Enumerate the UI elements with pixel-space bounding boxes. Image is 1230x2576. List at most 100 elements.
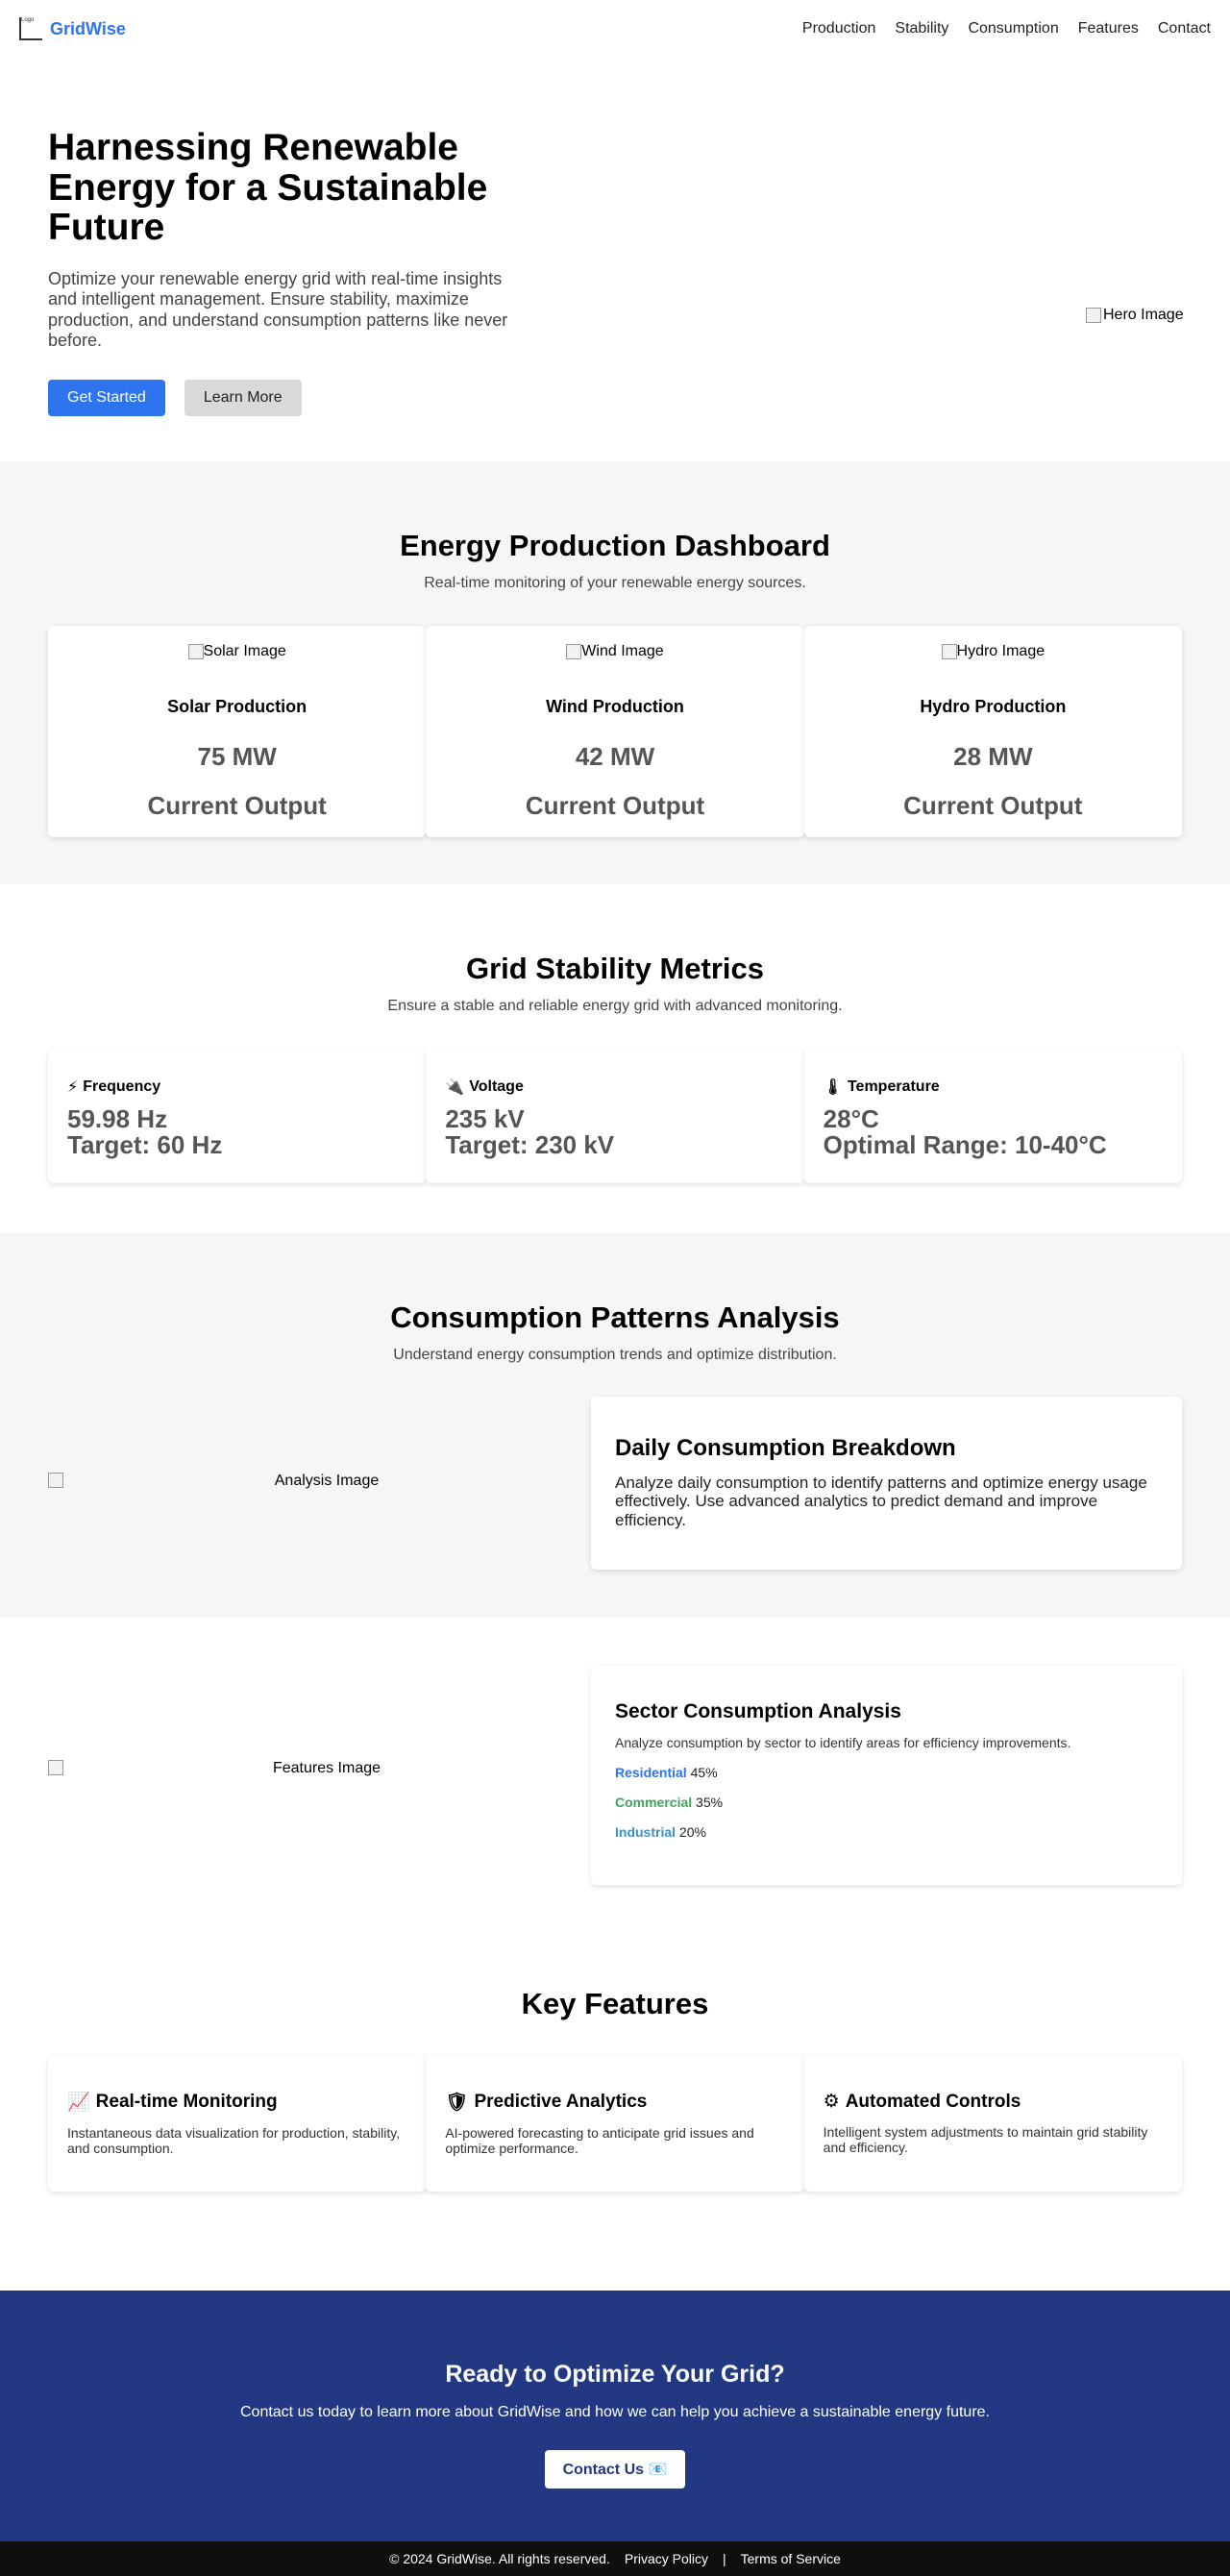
- hydro-image-alt: Hydro Image: [956, 643, 1046, 659]
- stability-card-name: Temperature: [847, 1078, 940, 1095]
- contact-us-label: Contact Us: [562, 2462, 645, 2478]
- broken-image-icon: [941, 644, 957, 659]
- production-cards: Solar Image Solar Production 75 MW Curre…: [48, 626, 1182, 837]
- stability-card-value: 59.98 Hz Target: 60 Hz: [67, 1105, 406, 1160]
- production-subtitle: Real-time monitoring of your renewable e…: [424, 575, 806, 591]
- sector-value: 20%: [678, 1824, 706, 1840]
- chart-up-icon: 📈: [67, 2093, 90, 2113]
- stability-card-header: 🔌 Voltage: [445, 1077, 784, 1097]
- plug-icon: 🔌: [445, 1079, 465, 1096]
- metric-value: 28°C: [823, 1104, 879, 1133]
- learn-more-button[interactable]: Learn More: [184, 380, 302, 417]
- hero-image-alt: Hero Image: [1103, 307, 1184, 323]
- production-card-value: 75 MW: [197, 742, 277, 771]
- feature-card-monitoring: 📈 Real-time Monitoring Instantaneous data…: [48, 2055, 427, 2192]
- production-card-hydro: Hydro Image Hydro Production 28 MW Curre…: [803, 626, 1182, 837]
- analysis-image: Analysis Image: [48, 1473, 605, 1490]
- contact-us-button[interactable]: Contact Us 📧: [544, 2450, 686, 2489]
- stability-title: Grid Stability Metrics: [465, 952, 765, 985]
- daily-consumption-text: Analyze daily consumption to identify pa…: [615, 1474, 1147, 1529]
- feature-card-text: AI-powered forecasting to anticipate gri…: [445, 2125, 754, 2157]
- features-image-alt: Features Image: [272, 1760, 381, 1776]
- features-title: Key Features: [521, 1987, 709, 2020]
- sector-text: Analyze consumption by sector to identif…: [615, 1735, 1071, 1750]
- sector-name: Residential: [615, 1765, 687, 1780]
- wind-image-alt: Wind Image: [581, 643, 664, 659]
- sector-row-residential: Residential 45%: [615, 1765, 1158, 1780]
- cta-section: Ready to Optimize Your Grid? Contact us …: [0, 2291, 1230, 2541]
- daily-consumption-title: Daily Consumption Breakdown: [615, 1435, 956, 1461]
- solar-image: Solar Image: [187, 643, 286, 660]
- production-card-value: 28 MW: [953, 742, 1033, 771]
- copyright-text: © 2024 GridWise. All rights reserved.: [389, 2551, 610, 2566]
- stability-card-value: 235 kV Target: 230 kV: [445, 1105, 784, 1158]
- feature-card-controls: ⚙ Automated Controls Intelligent system a…: [803, 2055, 1182, 2192]
- broken-image-icon: [1086, 308, 1101, 323]
- feature-card-name: Real-time Monitoring: [95, 2092, 278, 2112]
- hero-buttons: Get Started Learn More: [48, 380, 519, 417]
- production-card-name: Wind Production: [546, 697, 684, 716]
- daily-consumption-card: Daily Consumption Breakdown Analyze dail…: [591, 1397, 1182, 1570]
- cta-text: Contact us today to learn more about Gri…: [239, 2404, 990, 2420]
- consumption-section: Consumption Patterns Analysis Understand…: [0, 1233, 1230, 1618]
- main-nav: Production Stability Consumption Feature…: [802, 20, 1211, 37]
- gear-icon: ⚙: [823, 2092, 840, 2112]
- sector-row-industrial: Industrial 20%: [615, 1824, 1158, 1840]
- feature-card-header: 🛡 Predictive Analytics: [445, 2091, 784, 2114]
- nav-link-production[interactable]: Production: [802, 20, 876, 37]
- feature-card-text: Intelligent system adjustments to mainta…: [823, 2124, 1148, 2156]
- brand[interactable]: Logo GridWise: [19, 17, 126, 40]
- stability-subtitle: Ensure a stable and reliable energy grid…: [387, 998, 843, 1014]
- nav-link-stability[interactable]: Stability: [895, 20, 948, 37]
- production-card-solar: Solar Image Solar Production 75 MW Curre…: [48, 626, 427, 837]
- stability-card-value: 28°C Optimal Range: 10-40°C: [823, 1104, 1163, 1160]
- get-started-button[interactable]: Get Started: [48, 380, 165, 417]
- stability-card-temperature: 🌡 Temperature 28°C Optimal Range: 10-40°C: [803, 1049, 1182, 1183]
- feature-card-text: Instantaneous data visualization for pro…: [67, 2125, 401, 2157]
- sector-value: 35%: [696, 1795, 724, 1810]
- broken-image-icon: [48, 1760, 63, 1775]
- stability-card-voltage: 🔌 Voltage 235 kV Target: 230 kV: [426, 1049, 804, 1183]
- hero-title: Harnessing Renewable Energy for a Sustai…: [48, 127, 488, 249]
- features-image: Features Image: [48, 1760, 605, 1777]
- nav-link-consumption[interactable]: Consumption: [968, 20, 1058, 37]
- broken-image-icon: [187, 644, 204, 659]
- production-container: Energy Production Dashboard Real-time mo…: [48, 529, 1182, 837]
- wind-image: Wind Image: [566, 643, 664, 660]
- metric-target: Optimal Range: 10-40°C: [823, 1130, 1107, 1160]
- features-container: Key Features 📈 Real-time Monitoring Insta…: [48, 1987, 1182, 2192]
- brand-name[interactable]: GridWise: [50, 19, 126, 39]
- hero-content: Harnessing Renewable Energy for a Sustai…: [48, 127, 519, 417]
- feature-card-header: ⚙ Automated Controls: [824, 2091, 1163, 2113]
- features-section: Key Features 📈 Real-time Monitoring Insta…: [0, 1889, 1230, 2291]
- production-card-label: Current Output: [525, 791, 705, 820]
- production-card-name: Solar Production: [167, 697, 308, 716]
- stability-card-header: 🌡 Temperature: [824, 1077, 1163, 1097]
- site-footer: © 2024 GridWise. All rights reserved. Pr…: [0, 2541, 1230, 2576]
- email-icon: 📧: [648, 2462, 668, 2478]
- nav-link-contact[interactable]: Contact: [1158, 20, 1211, 37]
- hydro-image: Hydro Image: [941, 643, 1046, 660]
- production-title: Energy Production Dashboard: [400, 529, 830, 562]
- stability-card-name: Frequency: [83, 1078, 161, 1095]
- feature-card-header: 📈 Real-time Monitoring: [67, 2091, 406, 2114]
- feature-card-name: Predictive Analytics: [474, 2092, 648, 2112]
- feature-cards: 📈 Real-time Monitoring Instantaneous data…: [48, 2055, 1182, 2192]
- stability-section: Grid Stability Metrics Ensure a stable a…: [0, 884, 1230, 1233]
- terms-of-service-link[interactable]: Terms of Service: [741, 2551, 841, 2566]
- privacy-policy-link[interactable]: Privacy Policy: [625, 2551, 708, 2566]
- consumption-subtitle: Understand energy consumption trends and…: [393, 1347, 837, 1363]
- logo-image: Logo: [19, 17, 42, 40]
- sector-section: Features Image Sector Consumption Analys…: [0, 1618, 1230, 1889]
- sector-row-commercial: Commercial 35%: [615, 1795, 1158, 1810]
- footer-separator: |: [723, 2551, 726, 2566]
- sector-name: Commercial: [615, 1795, 693, 1810]
- thermometer-icon: 🌡: [823, 1079, 843, 1096]
- metric-target: Target: 60 Hz: [67, 1130, 223, 1160]
- broken-image-icon: [48, 1473, 63, 1488]
- consumption-title: Consumption Patterns Analysis: [390, 1300, 840, 1334]
- production-section: Energy Production Dashboard Real-time mo…: [0, 461, 1230, 884]
- cta-title: Ready to Optimize Your Grid?: [445, 2361, 785, 2388]
- nav-link-features[interactable]: Features: [1078, 20, 1139, 37]
- sector-value: 45%: [690, 1765, 718, 1780]
